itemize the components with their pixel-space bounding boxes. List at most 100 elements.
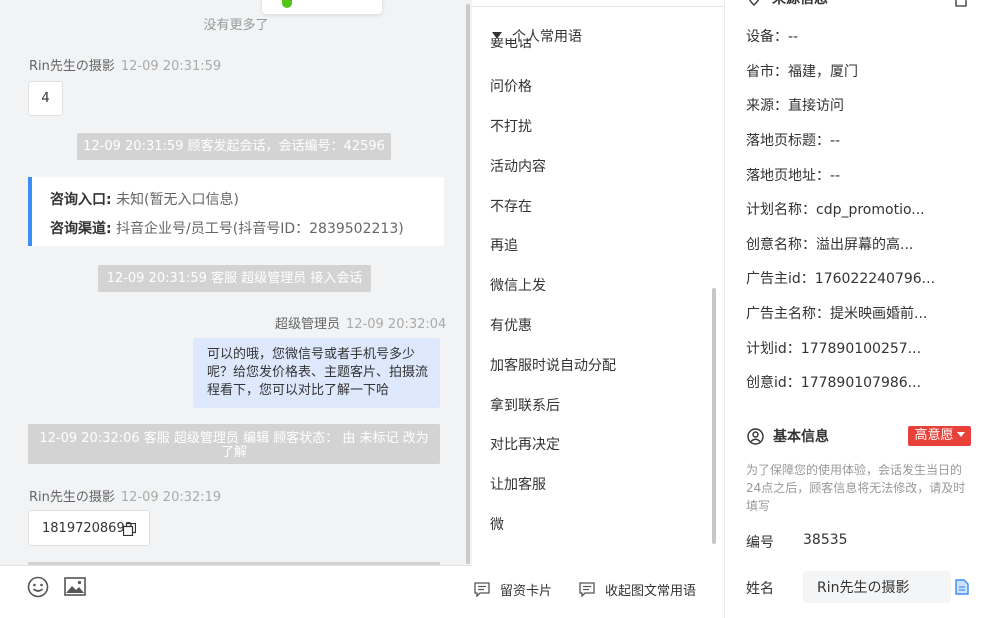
basic-info-title: 基本信息 — [773, 429, 829, 445]
basic-info-header: 基本信息 — [747, 426, 829, 446]
caret-down-icon — [492, 32, 502, 39]
row-value: -- — [830, 133, 841, 149]
row-label: 计划id： — [746, 341, 801, 357]
source-row-city: 省市：福建，厦门 — [746, 61, 858, 81]
row-value: 溢出屏幕的高... — [816, 237, 914, 253]
row-label: 设备： — [746, 29, 788, 45]
message-time: 12-09 20:31:59 — [120, 59, 222, 74]
phrase-item[interactable]: 微 — [490, 514, 504, 534]
message-icon — [579, 582, 595, 597]
row-label: 省市： — [746, 64, 788, 80]
row-value: 177890107986... — [800, 375, 922, 391]
chat-panel: 没有更多了 Rin先生の摄影 12-09 20:31:59 4 12-09 20:… — [0, 0, 472, 618]
phrase-item[interactable]: 让加客服 — [490, 474, 546, 494]
divider — [472, 6, 724, 7]
edit-icon[interactable] — [955, 0, 967, 8]
system-notice: 12-09 20:32:06 客服 超级管理员 编辑 顾客状态： 由 未标记 改… — [28, 424, 440, 464]
row-value: 176022240796... — [814, 271, 936, 287]
row-label: 广告主id： — [746, 271, 815, 287]
edit-deadline-notice: 为了保障您的使用体验，会话发生当日的24点之后，顾客信息将无法修改，请及时填写 — [746, 463, 966, 513]
phrase-item[interactable]: 活动内容 — [490, 156, 546, 176]
row-value: -- — [830, 168, 841, 184]
row-value: 提米映画婚前... — [830, 306, 928, 322]
copy-icon[interactable] — [955, 579, 969, 595]
copy-icon[interactable] — [123, 523, 136, 536]
phrase-item[interactable]: 问价格 — [490, 76, 532, 96]
location-icon — [748, 0, 760, 6]
source-row-landing-url: 落地页地址：-- — [746, 165, 840, 185]
source-row-origin: 来源：直接访问 — [746, 95, 844, 115]
source-row-advertiser-name: 广告主名称：提米映画婚前... — [746, 303, 927, 323]
image-icon[interactable] — [64, 577, 86, 597]
phrase-item[interactable]: 再追 — [490, 235, 518, 255]
customer-message-bubble: 18197208693 — [28, 510, 150, 546]
channel-row: 咨询渠道: 抖音企业号/员工号(抖音号ID：2839502213) — [50, 218, 404, 238]
card-icon — [474, 582, 490, 597]
phrase-item[interactable]: 微信上发 — [490, 275, 546, 295]
entry-label: 咨询入口: — [50, 192, 112, 208]
phrase-group-toggle[interactable]: 个人常用语 — [492, 26, 582, 46]
source-row-plan-id: 计划id：177890100257... — [746, 338, 921, 358]
phrase-item[interactable]: 对比再决定 — [490, 434, 560, 454]
phrase-item[interactable]: 有优惠 — [490, 315, 532, 335]
sender-name: Rin先生の摄影 — [29, 490, 115, 505]
row-value: -- — [788, 29, 799, 45]
source-row-advertiser-id: 广告主id：176022240796... — [746, 268, 935, 288]
source-info-header: 来源信息 — [746, 0, 828, 8]
message-sender: 超级管理员 12-09 20:32:04 — [275, 313, 446, 332]
lead-card-button[interactable]: 留资卡片 — [474, 580, 552, 599]
row-value: 177890100257... — [800, 341, 922, 357]
sender-name: 超级管理员 — [275, 317, 341, 332]
no-more-text: 没有更多了 — [203, 18, 269, 33]
chat-message-list[interactable]: 没有更多了 Rin先生の摄影 12-09 20:31:59 4 12-09 20:… — [0, 0, 472, 565]
source-row-landing-title: 落地页标题：-- — [746, 130, 840, 150]
user-circle-icon — [747, 427, 764, 445]
collapse-phrases-label: 收起图文常用语 — [605, 584, 697, 599]
row-value: 直接访问 — [788, 98, 844, 114]
row-label: 落地页标题： — [746, 133, 830, 149]
system-notice: 12-09 20:31:59 顾客发起会话，会话编号：42596 — [77, 133, 391, 160]
chat-input-toolbar — [0, 565, 472, 618]
system-notice: 12-09 20:31:59 客服 超级管理员 接入会话 — [98, 265, 371, 292]
row-label: 落地页地址： — [746, 168, 830, 184]
customer-message-bubble: 4 — [28, 81, 63, 116]
phrases-scrollbar[interactable] — [712, 288, 716, 544]
phrase-item[interactable]: 不打扰 — [490, 116, 532, 136]
intent-level-dropdown[interactable]: 高意愿 — [908, 426, 971, 446]
collapse-phrases-button[interactable]: 收起图文常用语 — [579, 580, 696, 599]
phrase-group-title: 个人常用语 — [512, 29, 582, 45]
emoji-icon[interactable] — [27, 576, 49, 598]
row-label: 创意id： — [746, 375, 801, 391]
phrase-item[interactable]: 不存在 — [490, 196, 532, 216]
number-label: 编号 — [746, 535, 774, 551]
message-sender: Rin先生の摄影 12-09 20:31:59 — [29, 55, 221, 74]
status-dot-icon — [282, 0, 292, 8]
intent-level-label: 高意愿 — [914, 428, 954, 443]
channel-value: 抖音企业号/员工号(抖音号ID：2839502213) — [116, 221, 404, 237]
phone-number-text: 18197208693 — [42, 521, 133, 536]
entry-value: 未知(暂无入口信息) — [116, 192, 239, 208]
phrase-item[interactable]: 拿到联系后 — [490, 395, 560, 415]
phrases-toolbar: 留资卡片 收起图文常用语 — [472, 565, 724, 618]
row-value: cdp_promotio... — [816, 202, 925, 218]
lead-card-label: 留资卡片 — [500, 584, 553, 599]
consult-entry-card: 咨询入口: 未知(暂无入口信息) 咨询渠道: 抖音企业号/员工号(抖音号ID：2… — [28, 177, 444, 246]
source-info-title: 来源信息 — [772, 0, 828, 8]
row-label: 计划名称： — [746, 202, 816, 218]
phrase-item[interactable]: 加客服时说自动分配 — [490, 355, 616, 375]
sender-name: Rin先生の摄影 — [29, 59, 115, 74]
source-row-creative-id: 创意id：177890107986... — [746, 372, 921, 392]
common-phrases-panel: 要电话 个人常用语 问价格 不打扰 活动内容 不存在 再追 微信上发 有优惠 加… — [472, 0, 724, 618]
number-value: 38535 — [803, 532, 848, 548]
source-row-creative-name: 创意名称：溢出屏幕的高... — [746, 234, 913, 254]
caret-down-icon — [956, 432, 965, 437]
floating-popup — [262, 0, 382, 14]
row-label: 来源： — [746, 98, 788, 114]
channel-label: 咨询渠道: — [50, 221, 112, 237]
row-label: 创意名称： — [746, 237, 816, 253]
name-value: Rin先生の摄影 — [817, 580, 910, 596]
name-field[interactable]: Rin先生の摄影 — [803, 571, 951, 603]
entry-row: 咨询入口: 未知(暂无入口信息) — [50, 189, 239, 209]
chat-scrollbar[interactable] — [466, 4, 470, 564]
message-time: 12-09 20:32:19 — [120, 490, 222, 505]
